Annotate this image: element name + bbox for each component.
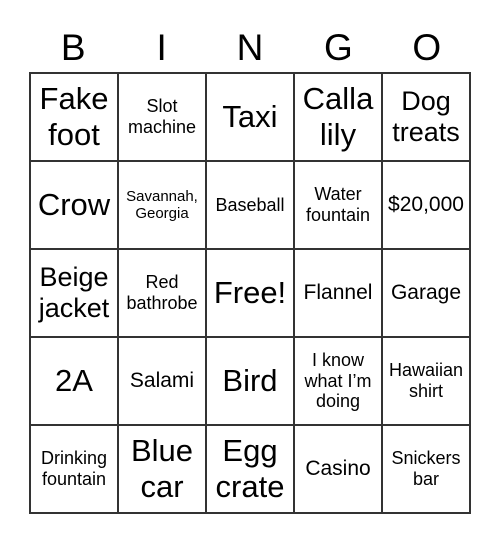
bingo-cell[interactable]: Baseball <box>206 161 294 249</box>
bingo-cell[interactable]: Bird <box>206 337 294 425</box>
header-letter-b: B <box>60 27 86 68</box>
bingo-cell[interactable]: Dog treats <box>382 73 470 161</box>
bingo-cell[interactable]: Beige jacket <box>30 249 118 337</box>
bingo-cell[interactable]: Egg crate <box>206 425 294 513</box>
header-letter-g: G <box>323 27 353 68</box>
bingo-cell[interactable]: Flannel <box>294 249 382 337</box>
bingo-cell[interactable]: Calla lily <box>294 73 382 161</box>
bingo-cell[interactable]: Slot machine <box>118 73 206 161</box>
bingo-cell[interactable]: I know what I’m doing <box>294 337 382 425</box>
header-letter-o: O <box>412 27 442 68</box>
bingo-cell[interactable]: Fake foot <box>30 73 118 161</box>
bingo-cell[interactable]: Casino <box>294 425 382 513</box>
bingo-grid: Fake foot Slot machine Taxi Calla lily D… <box>29 72 471 514</box>
bingo-cell[interactable]: 2A <box>30 337 118 425</box>
bingo-cell[interactable]: Savannah, Georgia <box>118 161 206 249</box>
bingo-cell[interactable]: $20,000 <box>382 161 470 249</box>
header-letter-n: N <box>236 27 264 68</box>
bingo-header: B I N G O <box>29 24 471 72</box>
bingo-cell[interactable]: Red bathrobe <box>118 249 206 337</box>
free-space[interactable]: Free! <box>206 249 294 337</box>
bingo-cell[interactable]: Blue car <box>118 425 206 513</box>
header-letter-i: I <box>156 27 167 68</box>
bingo-cell[interactable]: Salami <box>118 337 206 425</box>
bingo-cell[interactable]: Garage <box>382 249 470 337</box>
bingo-cell[interactable]: Taxi <box>206 73 294 161</box>
bingo-cell[interactable]: Hawaiian shirt <box>382 337 470 425</box>
bingo-cell[interactable]: Snickers bar <box>382 425 470 513</box>
bingo-cell[interactable]: Drinking fountain <box>30 425 118 513</box>
bingo-cell[interactable]: Water fountain <box>294 161 382 249</box>
bingo-cell[interactable]: Crow <box>30 161 118 249</box>
